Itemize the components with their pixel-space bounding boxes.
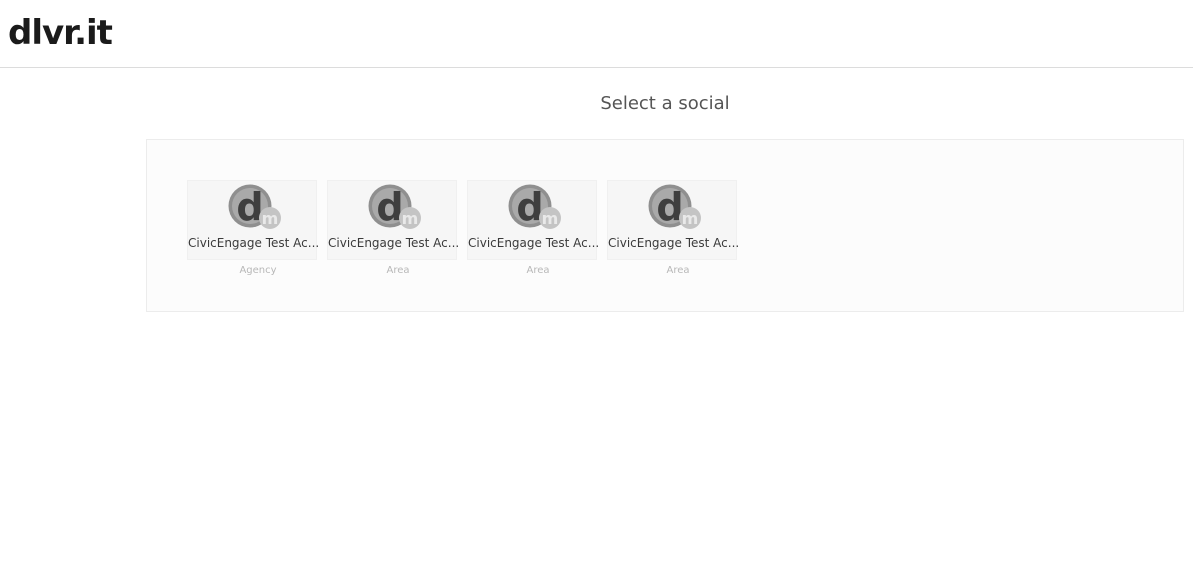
social-accounts-panel: d m CivicEngage Test Ac... Agency d m Ci… (146, 139, 1184, 312)
page-title: Select a social (600, 93, 730, 114)
dm-avatar-icon: d m (228, 184, 281, 229)
top-header: dlvr.it (0, 0, 1193, 68)
social-account-card[interactable]: d m CivicEngage Test Ac... Area (467, 180, 598, 276)
svg-text:d: d (236, 185, 263, 229)
dm-avatar-icon: d m (648, 184, 701, 229)
dlvrit-logo[interactable]: dlvr.it (8, 11, 113, 55)
social-account-card[interactable]: d m CivicEngage Test Ac... Agency (187, 180, 318, 276)
social-account-name: CivicEngage Test Ac... (608, 236, 738, 250)
social-account-type: Agency (239, 265, 277, 276)
social-account-type: Area (386, 265, 410, 276)
social-account-card[interactable]: d m CivicEngage Test Ac... Area (607, 180, 738, 276)
svg-text:m: m (542, 209, 559, 228)
dm-avatar-icon: d m (368, 184, 421, 229)
social-account-name: CivicEngage Test Ac... (468, 236, 598, 250)
svg-text:d: d (376, 185, 403, 229)
svg-text:m: m (402, 209, 419, 228)
svg-text:m: m (262, 209, 279, 228)
social-account-type: Area (666, 265, 690, 276)
social-account-name: CivicEngage Test Ac... (328, 236, 458, 250)
social-account-name: CivicEngage Test Ac... (188, 236, 318, 250)
dm-avatar-icon: d m (508, 184, 561, 229)
social-account-card[interactable]: d m CivicEngage Test Ac... Area (327, 180, 458, 276)
svg-text:m: m (682, 209, 699, 228)
svg-text:d: d (516, 185, 543, 229)
svg-text:d: d (656, 185, 683, 229)
social-account-type: Area (526, 265, 550, 276)
